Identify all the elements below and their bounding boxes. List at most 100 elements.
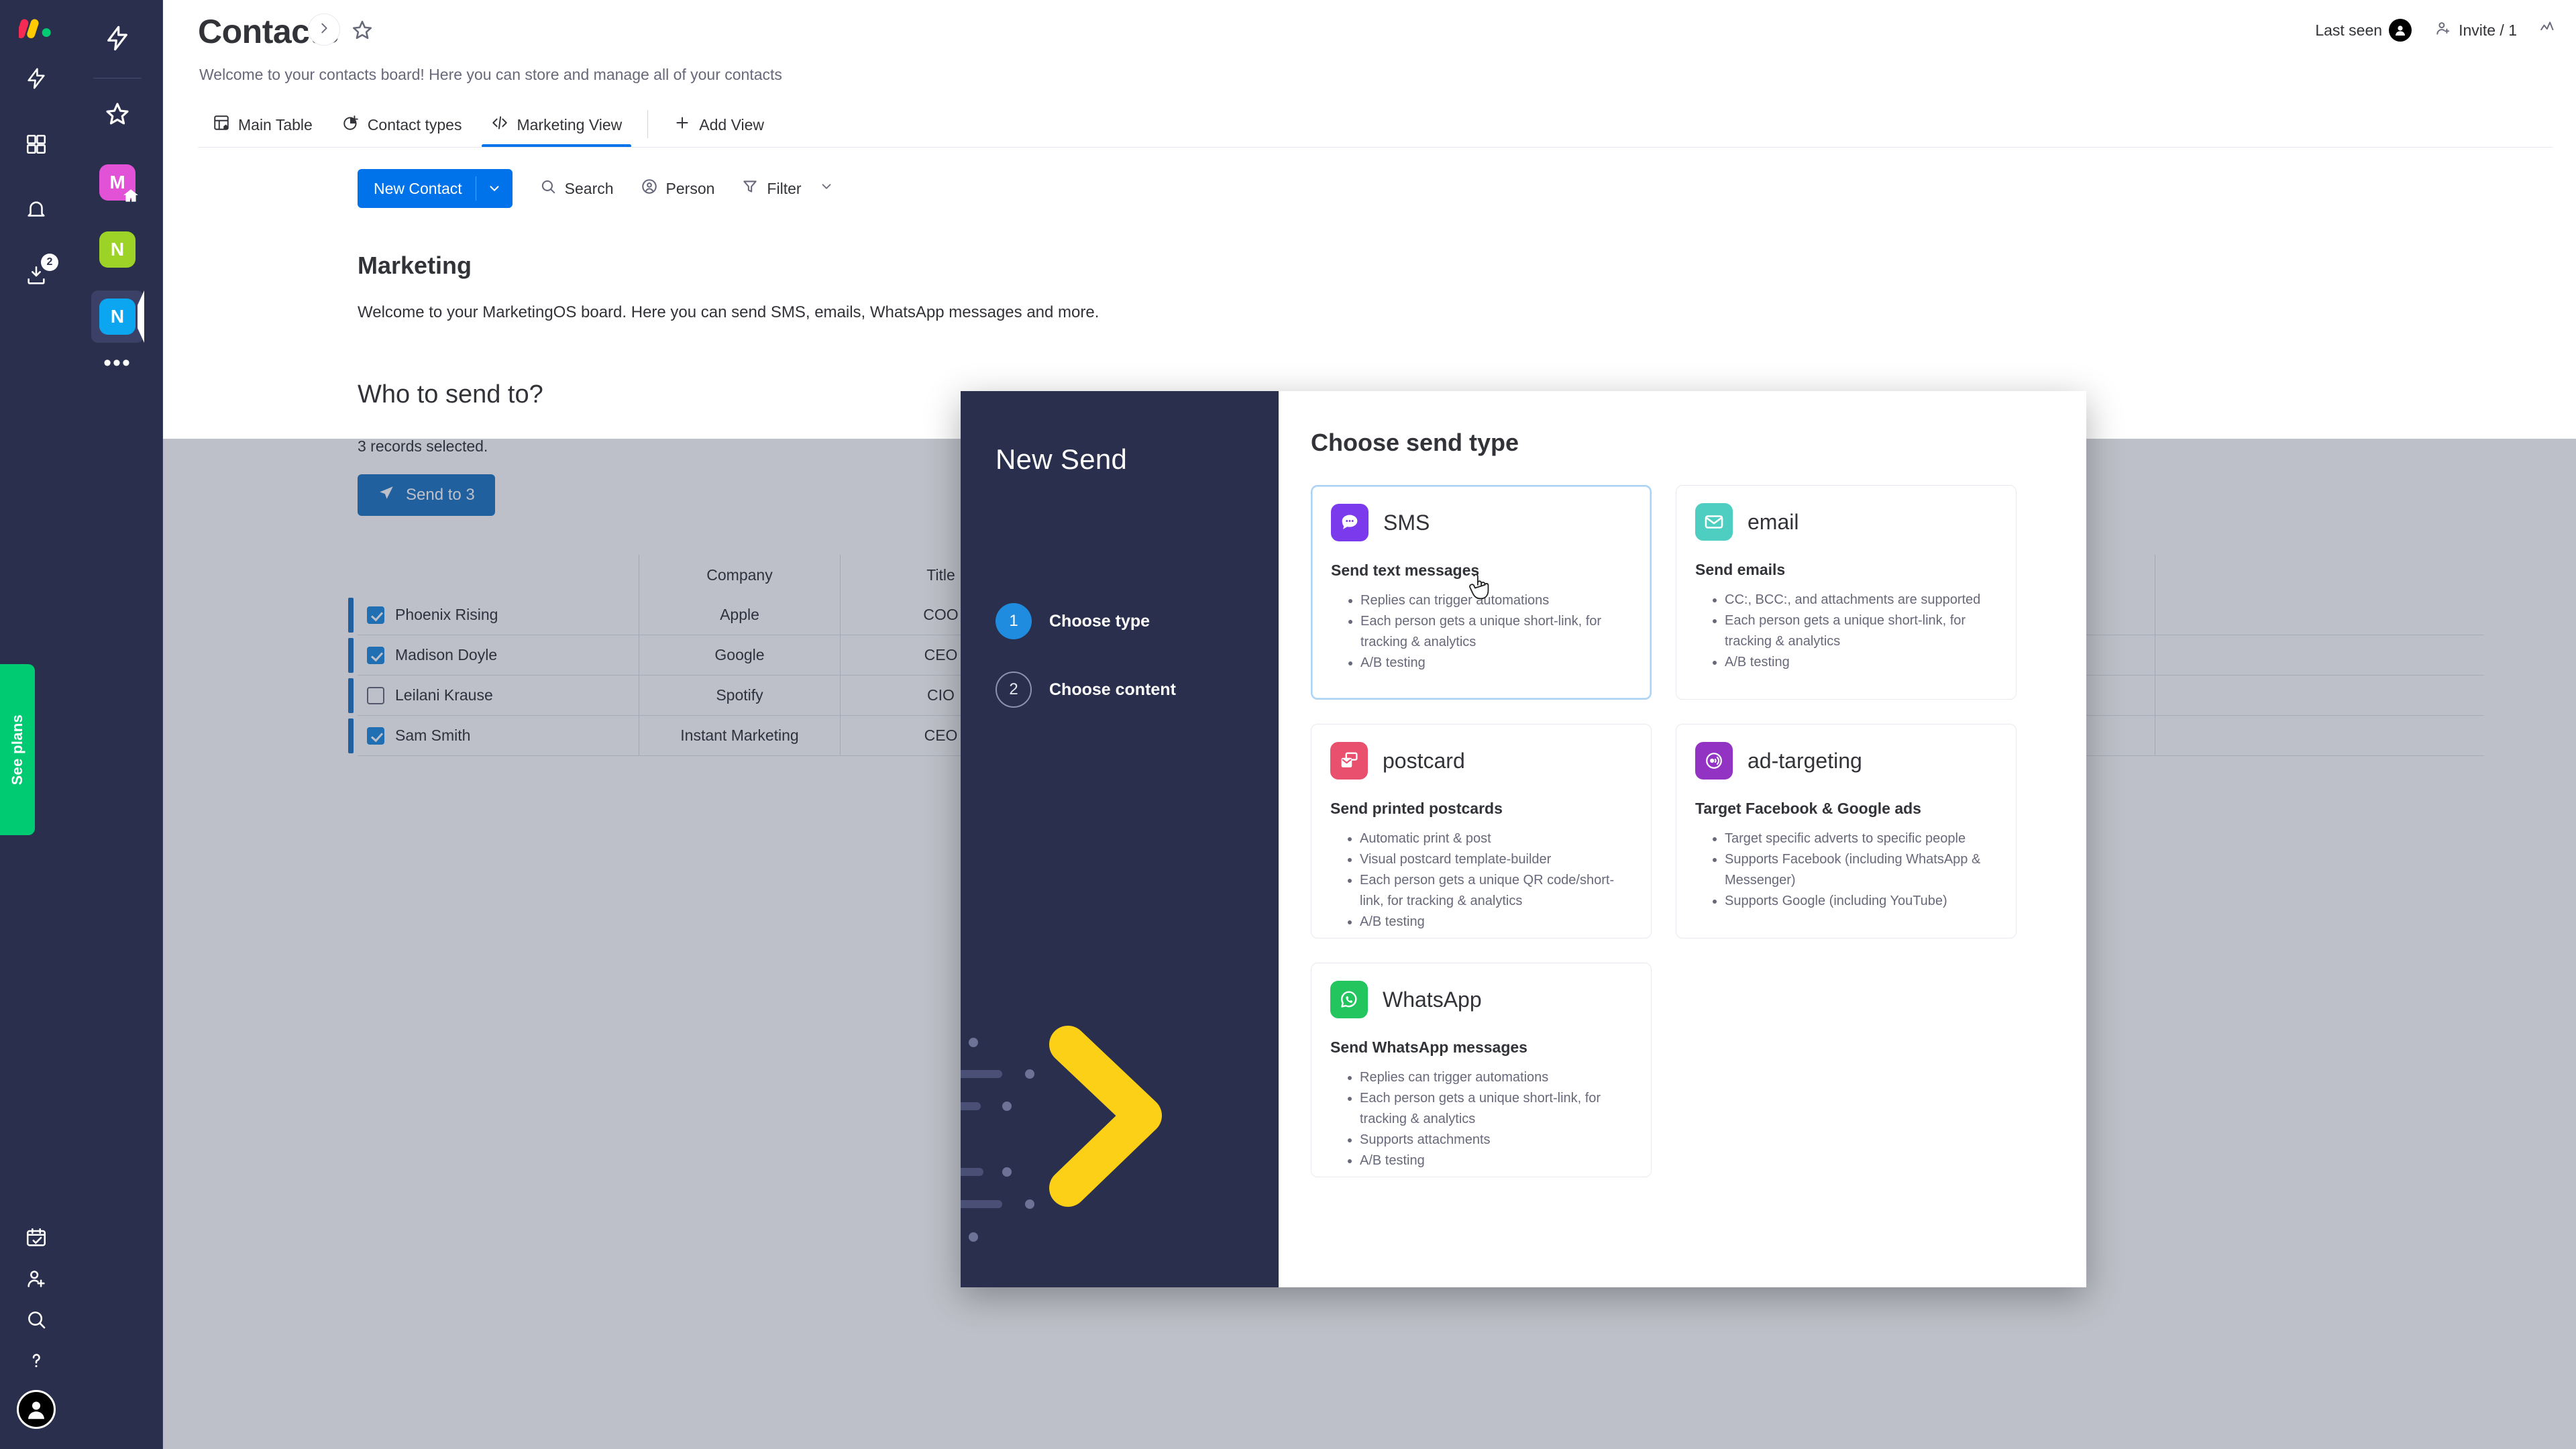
card-bullets: CC:, BCC:, and attachments are supported… <box>1725 590 1997 673</box>
card-bullet: CC:, BCC:, and attachments are supported <box>1725 590 1997 610</box>
step-label: Choose type <box>1049 611 1150 631</box>
chevron-graphic-icon <box>1049 1026 1170 1210</box>
workspace-lightning[interactable] <box>91 13 144 66</box>
title-row: Contacts <box>198 12 374 51</box>
step-choose-type[interactable]: 1 Choose type <box>996 603 1279 639</box>
left-rail: 2 See plans <box>0 0 72 1449</box>
card-bullet: Supports Facebook (including WhatsApp & … <box>1725 849 1997 891</box>
chevron-down-icon[interactable] <box>819 179 834 198</box>
expand-sidebar-button[interactable] <box>308 13 340 46</box>
workspace-favorites[interactable] <box>91 89 144 142</box>
send-type-card-email[interactable]: email Send emails CC:, BCC:, and attachm… <box>1676 485 2017 700</box>
card-bullet: Replies can trigger automations <box>1360 1067 1632 1088</box>
send-type-card-ad-targeting[interactable]: ad-targeting Target Facebook & Google ad… <box>1676 724 2017 938</box>
monday-logo[interactable] <box>14 9 58 46</box>
see-plans-button[interactable]: See plans <box>0 664 35 835</box>
card-title: ad-targeting <box>1748 748 1862 773</box>
workspace-more-button[interactable]: ••• <box>103 352 131 374</box>
card-title: SMS <box>1383 510 1430 535</box>
workspace-tile-letter: N <box>99 299 136 335</box>
deco-dot <box>969 1232 978 1242</box>
tab-label: Main Table <box>238 115 313 133</box>
deco-bar <box>961 1102 981 1110</box>
calendar-check-icon[interactable] <box>25 1226 48 1252</box>
new-contact-label: New Contact <box>374 179 462 197</box>
home-icon <box>122 187 140 205</box>
card-bullet: A/B testing <box>1360 912 1632 932</box>
help-icon[interactable] <box>25 1349 48 1375</box>
new-contact-button[interactable]: New Contact <box>358 169 513 208</box>
card-bullet: Supports attachments <box>1360 1130 1632 1150</box>
card-head: WhatsApp <box>1330 981 1632 1018</box>
add-person-icon <box>2434 19 2452 41</box>
card-head: postcard <box>1330 742 1632 780</box>
card-title: email <box>1748 509 1799 534</box>
activity-button[interactable] <box>2540 19 2557 41</box>
star-icon <box>104 101 131 131</box>
grid-icon <box>25 133 48 159</box>
filter-button[interactable]: Filter <box>741 178 833 199</box>
plus-icon <box>674 114 691 136</box>
send-type-card-whatsapp[interactable]: WhatsApp Send WhatsApp messages Replies … <box>1311 963 1652 1177</box>
filter-icon <box>741 178 759 199</box>
tab-label: Add View <box>699 115 765 133</box>
user-avatar[interactable] <box>17 1390 56 1429</box>
tabs-divider <box>647 110 649 138</box>
rail-item-lightning[interactable] <box>15 59 57 101</box>
tab-main-table[interactable]: Main Table <box>198 114 327 148</box>
rail-item-notifications[interactable] <box>15 191 57 232</box>
person-button[interactable]: Person <box>641 178 714 199</box>
card-bullets: Replies can trigger automations Each per… <box>1360 1067 1632 1171</box>
step-choose-content[interactable]: 2 Choose content <box>996 672 1279 708</box>
tab-contact-types[interactable]: Contact types <box>327 114 477 148</box>
chevron-down-icon[interactable] <box>476 181 513 196</box>
deco-dot <box>1002 1102 1012 1111</box>
tab-marketing-view[interactable]: Marketing View <box>476 114 637 148</box>
add-person-icon[interactable] <box>25 1267 48 1293</box>
invite-button[interactable]: Invite / 1 <box>2434 19 2517 41</box>
tab-add-view[interactable]: Add View <box>659 114 779 148</box>
filter-label: Filter <box>767 179 802 197</box>
rail-bottom-group <box>0 1226 72 1429</box>
card-bullets: Replies can trigger automations Each per… <box>1360 590 1631 674</box>
tab-label: Marketing View <box>517 115 623 133</box>
card-bullet: Target specific adverts to specific peop… <box>1725 828 1997 849</box>
search-button[interactable]: Search <box>539 178 614 199</box>
deco-bar <box>961 1168 983 1176</box>
board-header: Contacts Welcome to your contacts board!… <box>163 0 2576 107</box>
deco-bar <box>961 1070 1002 1078</box>
send-type-cards: SMS Send text messages Replies can trigg… <box>1311 485 2046 1177</box>
card-tagline: Send emails <box>1695 561 1786 578</box>
search-icon <box>539 178 557 199</box>
whatsapp-icon <box>1330 981 1368 1018</box>
workspace-item-n2[interactable]: N <box>91 290 144 343</box>
deco-dot <box>969 1038 978 1047</box>
workspace-item-n1[interactable]: N <box>91 223 144 276</box>
choose-send-type-heading: Choose send type <box>1311 429 1519 456</box>
send-type-card-postcard[interactable]: postcard Send printed postcards Automati… <box>1311 724 1652 938</box>
last-seen-group[interactable]: Last seen <box>2315 19 2412 42</box>
workspace-item-m[interactable]: M <box>91 156 144 209</box>
header-right-group: Last seen Invite / 1 <box>2315 19 2557 42</box>
avatar <box>2389 19 2412 42</box>
view-tabs: Main Table Contact types Marketing View <box>198 99 779 148</box>
active-indicator <box>138 290 144 343</box>
search-icon[interactable] <box>25 1308 48 1334</box>
card-tagline: Target Facebook & Google ads <box>1695 800 1921 817</box>
card-head: email <box>1695 503 1997 541</box>
rail-item-grid[interactable] <box>15 125 57 166</box>
card-bullet: Visual postcard template-builder <box>1360 849 1632 870</box>
card-bullet: Each person gets a unique short-link, fo… <box>1360 611 1631 653</box>
see-plans-label: See plans <box>9 714 25 786</box>
card-title: postcard <box>1383 748 1465 773</box>
card-bullet: Each person gets a unique QR code/short-… <box>1360 870 1632 912</box>
card-tagline: Send WhatsApp messages <box>1330 1038 1527 1056</box>
marketing-title: Marketing <box>358 252 472 279</box>
search-label: Search <box>564 179 614 197</box>
deco-dot <box>1002 1167 1012 1177</box>
table-home-icon <box>213 114 230 136</box>
favorite-star-icon[interactable] <box>351 19 374 45</box>
rail-item-inbox[interactable]: 2 <box>15 254 58 298</box>
card-bullet: Supports Google (including YouTube) <box>1725 891 1997 912</box>
modal-right-panel: Choose send type SMS Send text messages … <box>1279 391 2086 1287</box>
